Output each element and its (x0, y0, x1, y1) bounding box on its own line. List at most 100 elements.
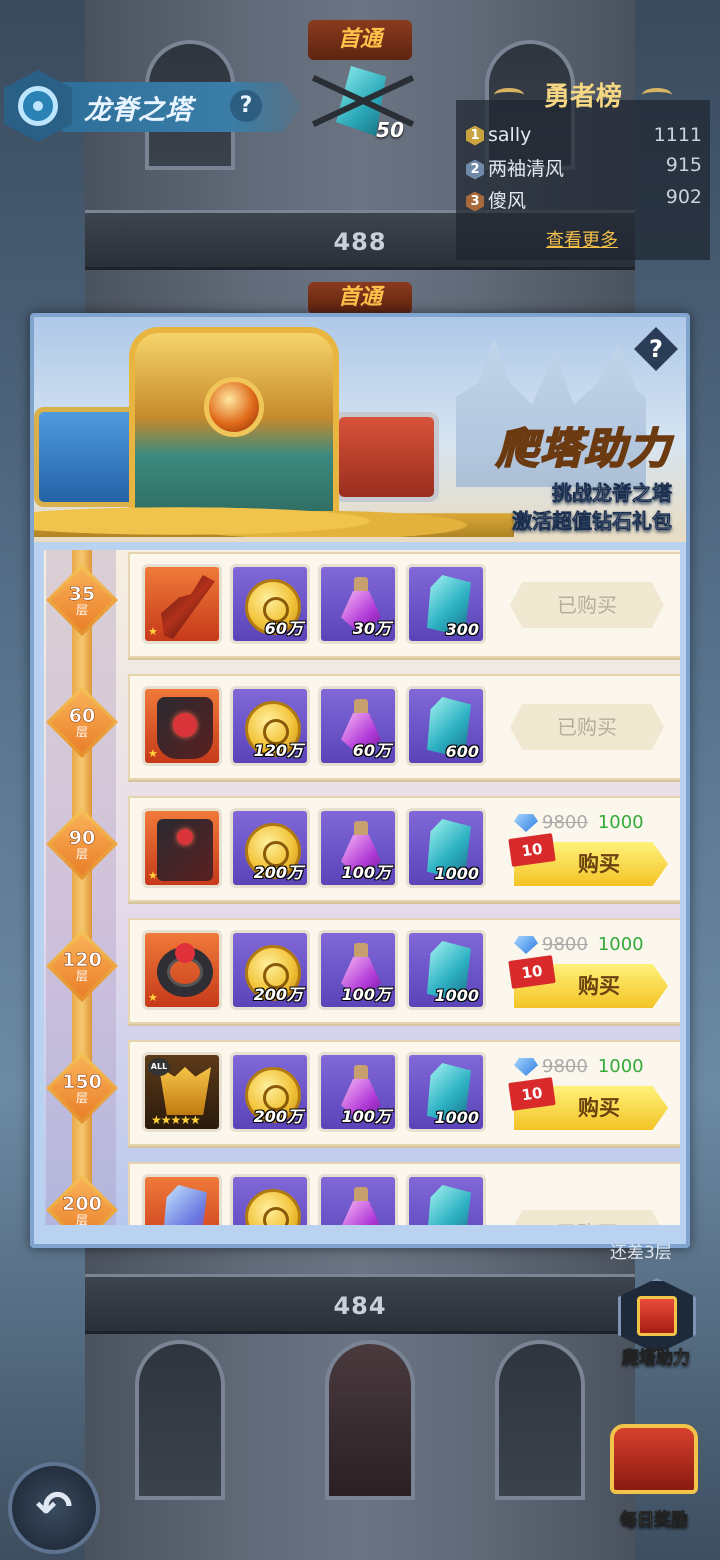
treasure-chest-icon (610, 1424, 698, 1494)
rank-2-icon: 2 (466, 159, 484, 180)
item-count: 100万 (341, 985, 391, 1004)
item-count: 1000 (434, 986, 479, 1005)
tier-row: 已购买 (128, 1162, 680, 1225)
climb-help-button[interactable]: 爬塔助力 (608, 1278, 704, 1388)
tier-row: ★ 120万 60万 600 已购买 (128, 674, 680, 780)
star-icon: ★ (148, 869, 158, 882)
original-price: 9800 (542, 1056, 588, 1077)
tier-floor: 35 (68, 582, 96, 605)
leaderboard-row: 1 sally 1111 (466, 124, 702, 154)
tier-floor: 60 (68, 704, 96, 727)
original-price: 9800 (542, 812, 588, 833)
original-price: 9800 (542, 934, 588, 955)
reward-count: 50 (376, 118, 404, 142)
reward-item[interactable]: 30万 (318, 564, 398, 644)
panel-banner: ? 爬塔助力 挑战龙脊之塔 激活超值钻石礼包 (34, 317, 686, 542)
diamond-icon (514, 936, 538, 954)
player-score: 1111 (653, 124, 702, 146)
coins-illustration (34, 497, 514, 537)
tower-arch (135, 1340, 225, 1500)
reward-item[interactable]: 60万 (230, 564, 310, 644)
boots-icon (157, 819, 213, 881)
crystal-helmet-icon (163, 1185, 207, 1225)
purchased-button: 已购买 (510, 1210, 664, 1225)
leaderboard-title: 勇者榜 (543, 82, 622, 112)
leaderboard[interactable]: 勇者榜 1 sally 1111 2 两袖清风 915 3 傻风 902 查看更多 (456, 82, 710, 260)
item-count: 300 (445, 620, 479, 639)
player-name: 傻风 (488, 190, 527, 212)
first-pass-reward[interactable]: 50 (311, 58, 415, 148)
reward-item[interactable]: 1000 (406, 1052, 486, 1132)
reward-item[interactable]: 200万 (230, 808, 310, 888)
floors-remaining: 还差3层 (610, 1243, 672, 1263)
reward-item[interactable] (142, 1174, 222, 1225)
star-icon: ★ (148, 625, 158, 638)
first-pass-label-lower: 首通 (308, 282, 412, 314)
ring-icon (157, 943, 213, 997)
reward-item[interactable] (318, 1174, 398, 1225)
item-count: 1000 (434, 1108, 479, 1127)
reward-item[interactable]: 1000 (406, 930, 486, 1010)
reward-item[interactable]: ★ (142, 564, 222, 644)
item-count: 200万 (253, 985, 303, 1004)
back-arrow-icon: ↶ (35, 1482, 73, 1533)
diamond-icon (514, 1058, 538, 1076)
reward-item[interactable]: ★ (142, 808, 222, 888)
tier-list[interactable]: 35 层 ★ 60万 30万 300 已购买 60 层 ★ 120万 60万 6… (44, 550, 680, 1225)
reward-item[interactable]: 100万 (318, 808, 398, 888)
item-count: 60万 (352, 741, 391, 760)
reward-item[interactable] (230, 1174, 310, 1225)
reward-item[interactable]: 120万 (230, 686, 310, 766)
reward-item[interactable]: 200万 (230, 930, 310, 1010)
see-more-link[interactable]: 查看更多 (546, 226, 618, 252)
tier-unit: 层 (75, 1212, 88, 1225)
reward-item[interactable]: 100万 (318, 1052, 398, 1132)
price-line: 9800 1000 (514, 1056, 674, 1080)
star-icon: ★ (148, 991, 158, 1004)
back-button[interactable]: ↶ (8, 1462, 100, 1554)
player-score: 915 (665, 154, 702, 176)
tier-row: ALL ★★★★★ 200万 100万 1000 9800 1000 10 购买 (128, 1040, 680, 1146)
panel-subtitle-2: 激活超值钻石礼包 (512, 509, 673, 534)
page-title: 龙脊之塔 (84, 95, 192, 126)
axe-icon (161, 575, 215, 639)
tier-row: ★ 60万 30万 300 已购买 (128, 552, 680, 658)
reward-item[interactable]: 200万 (230, 1052, 310, 1132)
reward-item[interactable]: 60万 (318, 686, 398, 766)
floor-number-bottom: 484 (333, 1292, 387, 1320)
reward-item[interactable]: ★ (142, 686, 222, 766)
reward-item[interactable]: 1000 (406, 808, 486, 888)
diamond-icon (514, 814, 538, 832)
five-stars-icon: ★★★★★ (151, 1113, 201, 1127)
hero-mask-icon (159, 1067, 211, 1115)
reward-item[interactable]: 600 (406, 686, 486, 766)
tier-unit: 层 (75, 846, 88, 861)
sale-price: 1000 (597, 812, 644, 833)
item-count: 1000 (434, 864, 479, 883)
floor-number-top: 488 (333, 228, 387, 256)
climb-help-panel: ? 爬塔助力 挑战龙脊之塔 激活超值钻石礼包 35 层 ★ 60万 30万 30… (30, 313, 690, 1248)
tier-floor: 150 (62, 1070, 102, 1093)
player-score: 902 (665, 186, 702, 208)
reward-item[interactable]: ★ (142, 930, 222, 1010)
reward-item[interactable]: 300 (406, 564, 486, 644)
reward-item[interactable]: ALL ★★★★★ (142, 1052, 222, 1132)
item-count: 60万 (264, 619, 303, 638)
tier-unit: 层 (75, 1090, 88, 1105)
red-chest-illustration (334, 412, 439, 502)
panel-title: 爬塔助力 (495, 423, 672, 474)
reward-item[interactable]: 100万 (318, 930, 398, 1010)
reward-item[interactable] (406, 1174, 486, 1225)
item-count: 30万 (352, 619, 391, 638)
diamond-icon (427, 1185, 471, 1225)
help-button[interactable]: ? (230, 90, 262, 122)
leaderboard-row: 3 傻风 902 (466, 186, 702, 216)
price-line: 9800 1000 (514, 812, 674, 836)
daily-reward-button[interactable]: 每日奖励 (606, 1420, 702, 1530)
tower-door[interactable] (325, 1340, 415, 1500)
panel-subtitle-1: 挑战龙脊之塔 (552, 481, 673, 506)
item-count: 100万 (341, 1107, 391, 1126)
panel-help-button[interactable]: ? (634, 327, 678, 371)
gold-coin-icon (245, 1189, 301, 1225)
leaderboard-row: 2 两袖清风 915 (466, 154, 702, 184)
